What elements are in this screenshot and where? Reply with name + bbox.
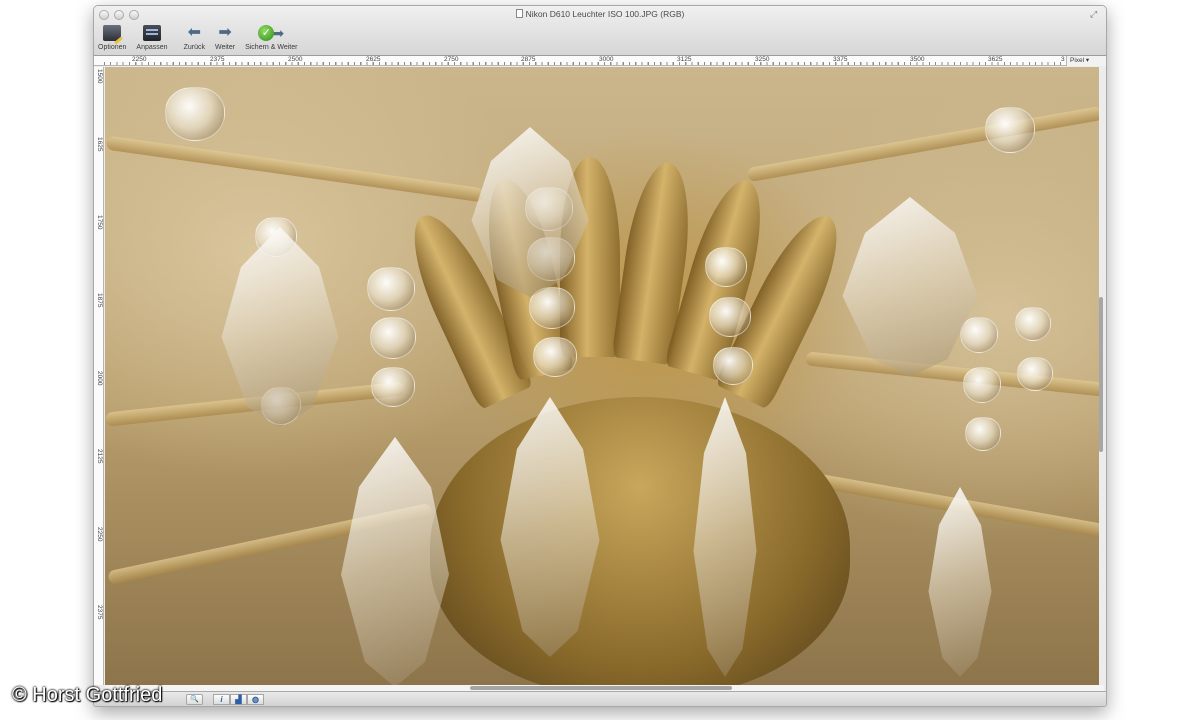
chevron-down-icon: ▾: [1085, 57, 1090, 64]
ruler-v-label: 2250: [96, 527, 103, 542]
unit-select[interactable]: Pixel ▾: [1066, 56, 1106, 66]
toolbar: Optionen Anpassen ⬅ Zurück ➡ Weiter ✓ ➡ S…: [98, 23, 307, 52]
histogram-icon[interactable]: ▟: [230, 693, 247, 705]
forward-label: Weiter: [214, 44, 236, 51]
options-icon: [103, 25, 122, 41]
ruler-v-label: 2125: [96, 449, 103, 464]
adjust-button[interactable]: Anpassen: [136, 23, 168, 51]
ruler-h-label: 3375: [833, 56, 848, 63]
statusbar: 🔍 i ▟ ◍: [94, 691, 1106, 706]
ruler-h-label: 2750: [444, 56, 459, 63]
adjust-label: Anpassen: [136, 44, 168, 51]
vertical-scroll-thumb[interactable]: [1099, 297, 1103, 452]
ruler-h-label: 3625: [988, 56, 1003, 63]
window-title: Nikon D610 Leuchter ISO 100.JPG (RGB): [94, 9, 1106, 19]
save-next-label: Sichern & Weiter: [245, 44, 298, 51]
unit-select-value: Pixel: [1070, 57, 1085, 64]
arrow-left-icon: ⬅: [187, 24, 201, 41]
ruler-h-label: 2375: [210, 56, 225, 63]
globe-icon[interactable]: ◍: [247, 693, 264, 705]
copyright-watermark: © Horst Gottfried: [12, 684, 163, 706]
arrow-right-icon: ➡: [272, 24, 285, 41]
ruler-h-label: 2625: [366, 56, 381, 63]
info-icon[interactable]: i: [213, 693, 230, 705]
forward-button[interactable]: ➡ Weiter: [214, 23, 236, 52]
options-button[interactable]: Optionen: [98, 23, 126, 51]
vertical-scrollbar[interactable]: [1099, 67, 1104, 685]
back-button[interactable]: ⬅ Zurück: [183, 23, 205, 52]
image-canvas[interactable]: [105, 67, 1099, 685]
fullscreen-icon[interactable]: ⤢: [1090, 9, 1100, 19]
ruler-h-label: 3250: [755, 56, 770, 63]
zoom-icon[interactable]: 🔍: [186, 693, 203, 705]
image-window: Nikon D610 Leuchter ISO 100.JPG (RGB) ⤢ …: [93, 5, 1107, 707]
ruler-v-label: 1500: [96, 69, 103, 84]
ruler-v-label: 2000: [96, 371, 103, 386]
vertical-ruler: 1500 1625 1750 1875 2000 2125 2250 2375: [94, 67, 104, 685]
ruler-v-label: 1875: [96, 293, 103, 308]
options-label: Optionen: [98, 44, 127, 51]
save-next-button[interactable]: ✓ ➡ Sichern & Weiter: [245, 23, 298, 52]
document-icon: [515, 9, 523, 18]
ruler-v-label: 1625: [96, 137, 103, 152]
ruler-h-label: 2875: [521, 56, 536, 63]
ruler-h-label: 3500: [910, 56, 925, 63]
ruler-h-label: 2250: [132, 56, 147, 63]
titlebar: Nikon D610 Leuchter ISO 100.JPG (RGB) ⤢ …: [94, 6, 1106, 56]
back-label: Zurück: [183, 44, 205, 51]
statusbar-button-group: i ▟ ◍: [213, 693, 264, 705]
ruler-h-label: 3000: [599, 56, 614, 63]
ruler-h-label: 3: [1061, 56, 1065, 63]
ruler-v-label: 2375: [96, 605, 103, 620]
horizontal-ruler: 2250 2375 2500 2625 2750 2875 3000 3125 …: [94, 56, 1106, 66]
ruler-v-label: 1750: [96, 215, 103, 230]
ruler-h-label: 3125: [677, 56, 692, 63]
window-title-text: Nikon D610 Leuchter ISO 100.JPG (RGB): [525, 9, 685, 19]
ruler-h-label: 2500: [288, 56, 303, 63]
arrow-right-icon: ➡: [218, 24, 232, 41]
save-next-icon: ✓ ➡: [258, 23, 284, 43]
horizontal-scroll-thumb[interactable]: [470, 686, 732, 690]
adjust-icon: [142, 25, 161, 41]
